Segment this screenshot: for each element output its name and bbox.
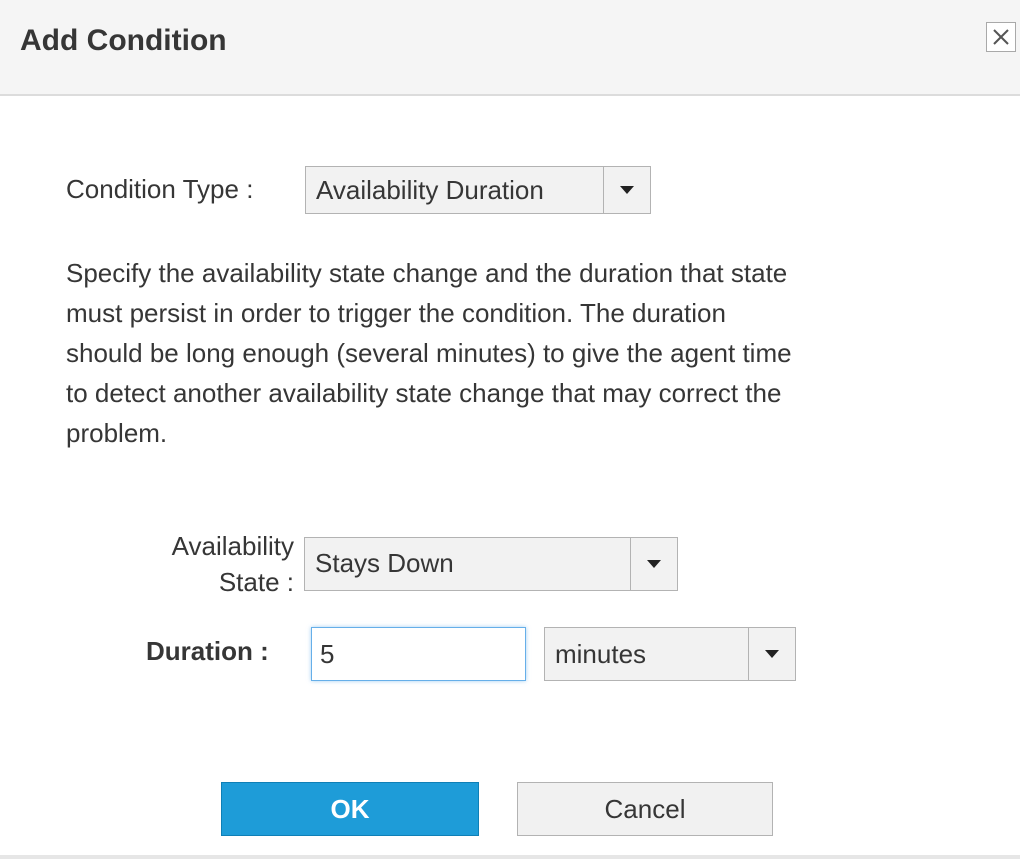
chevron-down-icon[interactable]: [603, 167, 650, 213]
cancel-button[interactable]: Cancel: [517, 782, 773, 836]
condition-type-label: Condition Type :: [66, 174, 254, 204]
availability-state-label-line2: State :: [218, 567, 294, 597]
dialog-header: Add Condition: [0, 0, 1020, 96]
availability-state-select[interactable]: Stays Down: [304, 537, 678, 591]
duration-unit-value: minutes: [555, 638, 647, 669]
chevron-down-icon[interactable]: [748, 628, 795, 680]
close-button[interactable]: [986, 22, 1016, 52]
duration-input[interactable]: 5: [311, 627, 526, 681]
dialog-footer-divider: [0, 855, 1020, 859]
availability-state-label: Availability State :: [140, 528, 294, 600]
condition-type-value: Availability Duration: [316, 174, 544, 205]
condition-description: Specify the availability state change an…: [66, 258, 792, 448]
duration-label: Duration :: [146, 636, 269, 666]
chevron-down-icon[interactable]: [630, 538, 677, 590]
availability-state-value: Stays Down: [315, 548, 454, 578]
duration-unit-select[interactable]: minutes: [544, 627, 796, 681]
availability-state-label-line1: Availability: [171, 531, 294, 561]
dialog-title: Add Condition: [20, 24, 227, 57]
condition-type-select[interactable]: Availability Duration: [305, 166, 651, 214]
close-icon: [993, 29, 1009, 45]
ok-button[interactable]: OK: [221, 782, 479, 836]
